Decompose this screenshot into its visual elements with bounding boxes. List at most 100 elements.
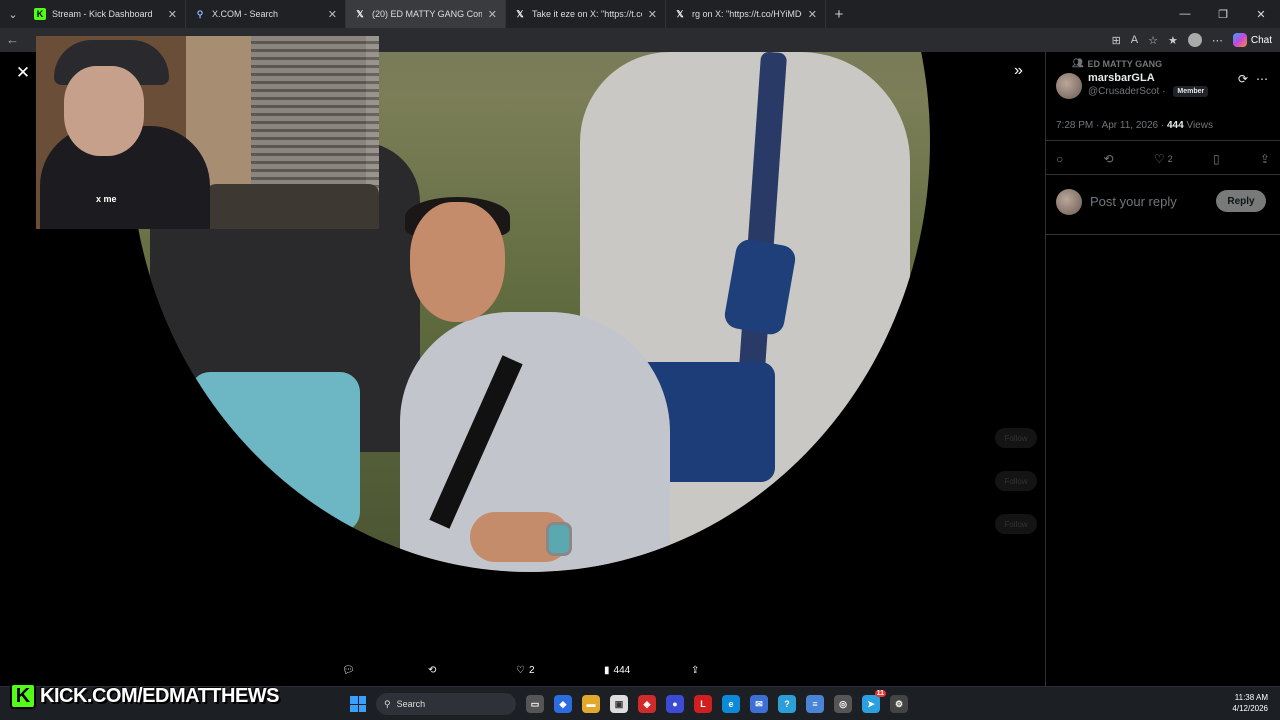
- repost-icon: ⟲: [428, 664, 437, 676]
- repost-action[interactable]: ⟲: [428, 665, 436, 676]
- new-tab-button[interactable]: +: [826, 6, 852, 23]
- tab-title: rg on X: "https://t.co/HYiMDCON: [692, 9, 802, 19]
- reply-icon: 💬︎: [342, 664, 355, 676]
- post-side-panel: 👥︎ ED MATTY GANG marsbarGLA @CrusaderSco…: [1045, 52, 1280, 686]
- settings-gear-icon[interactable]: ⚙: [890, 695, 908, 713]
- share-icon[interactable]: ⇪: [1260, 152, 1270, 166]
- notepad-icon[interactable]: ≡: [806, 695, 824, 713]
- edge-icon[interactable]: e: [722, 695, 740, 713]
- apps-icon[interactable]: ⊞: [1112, 34, 1121, 47]
- follow-button-ghost: Follow: [995, 514, 1037, 534]
- heart-icon: ♡: [1153, 152, 1165, 166]
- tab-close-icon[interactable]: ✕: [648, 8, 657, 21]
- views-count: 444: [1167, 120, 1184, 131]
- share-action[interactable]: ⇪: [691, 665, 699, 676]
- task-view-icon[interactable]: ▭: [526, 695, 544, 713]
- kick-logo-icon: K: [10, 683, 36, 709]
- heart-icon: ♡: [516, 664, 525, 676]
- webcam-overlay: x me: [36, 36, 379, 229]
- tab-take-it-eze[interactable]: 𝕏 Take it eze on X: "https://t.co/NM ✕: [506, 0, 666, 28]
- help-icon[interactable]: ?: [778, 695, 796, 713]
- like-action[interactable]: ♡ 2: [516, 665, 535, 676]
- divider: [1046, 174, 1280, 175]
- post-time[interactable]: 7:28 PM · Apr 11, 2026 ·: [1056, 120, 1167, 131]
- reply-icon[interactable]: ○: [1056, 152, 1063, 166]
- search-favicon-icon: ⚲: [196, 8, 204, 19]
- tab-rg[interactable]: 𝕏 rg on X: "https://t.co/HYiMDCON ✕: [666, 0, 826, 28]
- view-count: 444: [613, 664, 631, 676]
- reply-input[interactable]: Post your reply: [1090, 194, 1177, 209]
- tab-close-icon[interactable]: ✕: [328, 8, 337, 21]
- author-handle-row: @CrusaderScot · Member: [1088, 86, 1209, 97]
- author-handle[interactable]: @CrusaderScot ·: [1088, 86, 1165, 97]
- windows-start-icon[interactable]: [350, 696, 366, 712]
- tab-community[interactable]: 𝕏 (20) ED MATTY GANG Community ✕: [346, 0, 506, 28]
- chrome-icon[interactable]: ◎: [834, 695, 852, 713]
- chat-label: Chat: [1250, 34, 1272, 46]
- kick-favicon-icon: K: [34, 8, 46, 20]
- telegram-icon[interactable]: ➤ 11: [862, 690, 886, 713]
- favorite-star-icon[interactable]: ☆: [1148, 34, 1158, 47]
- l-app-icon[interactable]: L: [694, 695, 712, 713]
- author-avatar[interactable]: [1056, 73, 1082, 99]
- bookmark-icon[interactable]: ▯: [1213, 152, 1220, 166]
- clock-date: 4/12/2026: [1232, 704, 1268, 713]
- reply-action[interactable]: 💬︎: [342, 665, 355, 676]
- like-action[interactable]: ♡ 2: [1154, 152, 1173, 166]
- divider: [1046, 140, 1280, 141]
- taskbar-apps: ⚲ Search ▭ ◆ ▬ ▣ ◈ ● L e ✉ ? ≡ ◎ ➤ 11 ⚙: [350, 690, 908, 718]
- restore-button[interactable]: ❐: [1204, 0, 1242, 28]
- store-icon[interactable]: ▣: [610, 695, 628, 713]
- system-clock[interactable]: 11:38 AM 4/12/2026: [1232, 692, 1268, 714]
- more-options-icon[interactable]: ⋯: [1256, 72, 1268, 86]
- divider: [1046, 234, 1280, 235]
- tab-close-icon[interactable]: ✕: [488, 8, 497, 21]
- taskbar-search[interactable]: ⚲ Search: [376, 693, 516, 715]
- post-meta: 7:28 PM · Apr 11, 2026 · 444 Views: [1056, 120, 1213, 131]
- follow-button-ghost: Follow: [995, 428, 1037, 448]
- reply-button[interactable]: Reply: [1216, 190, 1266, 212]
- grok-icon[interactable]: ⟳: [1238, 72, 1248, 86]
- author-display-name[interactable]: marsbarGLA: [1088, 72, 1155, 84]
- tab-x-search[interactable]: ⚲ X.COM - Search ✕: [186, 0, 346, 28]
- copilot-icon: [1232, 33, 1247, 47]
- notification-badge: 11: [874, 690, 886, 697]
- like-count: 2: [1167, 154, 1173, 164]
- favorites-icon[interactable]: ★: [1168, 34, 1178, 47]
- taskbar-search-label: Search: [396, 699, 426, 709]
- tab-kick-dashboard[interactable]: K Stream - Kick Dashboard ✕: [26, 0, 186, 28]
- file-explorer-icon[interactable]: ▬: [582, 695, 600, 713]
- follow-button-ghost: Follow: [995, 471, 1037, 491]
- community-label[interactable]: 👥︎ ED MATTY GANG: [1072, 58, 1162, 69]
- menu-dots-icon[interactable]: ⋯: [1212, 34, 1223, 47]
- minimize-button[interactable]: —: [1166, 0, 1204, 28]
- like-count: 2: [528, 664, 535, 676]
- tab-bar: ⌄ K Stream - Kick Dashboard ✕ ⚲ X.COM - …: [0, 0, 1280, 28]
- post-actions: ○ ⟲ ♡ 2 ▯ ⇪: [1056, 152, 1270, 166]
- tab-title: X.COM - Search: [212, 9, 279, 19]
- profile-avatar[interactable]: [1187, 33, 1202, 47]
- copilot-app-icon[interactable]: ◆: [554, 695, 572, 713]
- obs-icon[interactable]: ●: [666, 695, 684, 713]
- share-icon: ⇪: [691, 664, 700, 676]
- read-aloud-icon[interactable]: A: [1131, 34, 1138, 46]
- close-window-button[interactable]: ✕: [1242, 0, 1280, 28]
- copilot-chat-button[interactable]: Chat: [1232, 33, 1272, 47]
- back-arrow-icon[interactable]: ←: [6, 32, 19, 47]
- collapse-panel-icon[interactable]: »: [1014, 62, 1023, 80]
- views-label: Views: [1183, 120, 1213, 131]
- window-controls: — ❐ ✕: [1166, 0, 1280, 28]
- mail-icon[interactable]: ✉: [750, 695, 768, 713]
- tab-close-icon[interactable]: ✕: [168, 8, 177, 21]
- tab-actions-menu[interactable]: ⌄: [0, 0, 26, 28]
- shield-icon[interactable]: ◈: [638, 695, 656, 713]
- clock-time: 11:38 AM: [1234, 693, 1268, 702]
- x-favicon-icon: 𝕏: [356, 8, 364, 19]
- close-viewer-icon[interactable]: ✕: [12, 62, 34, 84]
- repost-icon[interactable]: ⟲: [1104, 152, 1114, 166]
- tab-close-icon[interactable]: ✕: [808, 8, 817, 21]
- views-action[interactable]: ▮ 444: [604, 665, 630, 676]
- kick-stream-banner: K KICK.COM/EDMATTHEWS: [10, 682, 280, 710]
- viewer-avatar: [1056, 189, 1082, 215]
- tab-title: Stream - Kick Dashboard: [52, 9, 153, 19]
